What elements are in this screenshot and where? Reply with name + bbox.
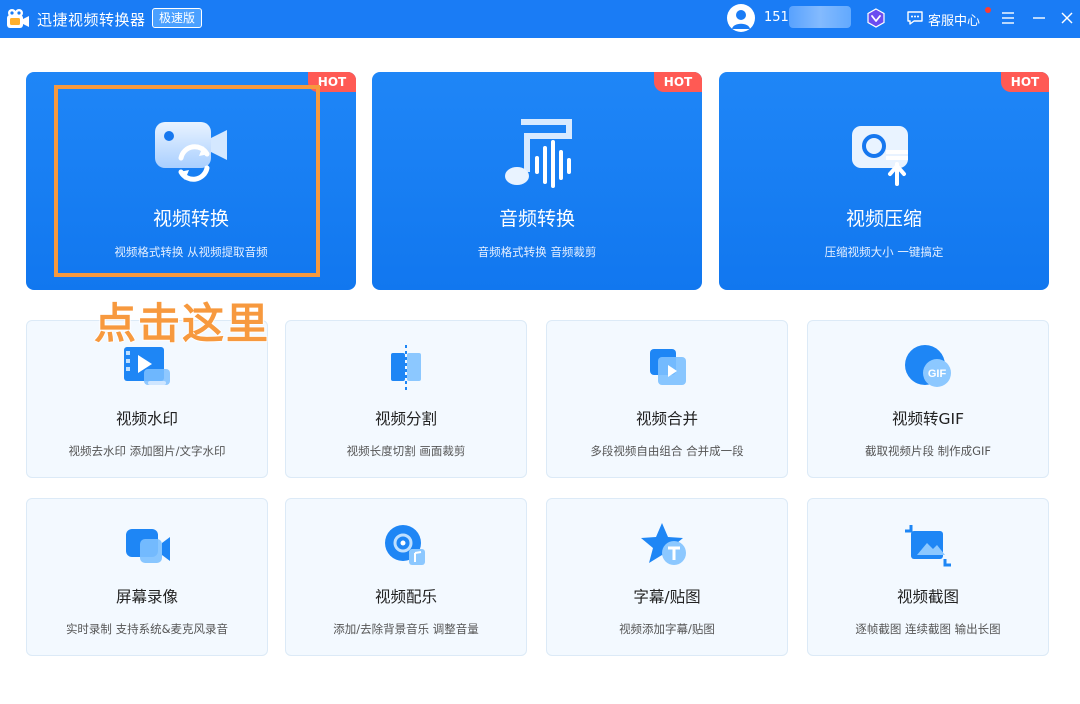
split-icon <box>391 345 421 391</box>
tool-card-gif[interactable]: GIF 视频转GIF 截取视频片段 制作成GIF <box>807 320 1049 478</box>
feature-card-desc: 压缩视频大小 一键搞定 <box>824 245 944 259</box>
tool-card-title: 视频水印 <box>115 410 178 428</box>
subtitle-icon <box>641 523 686 565</box>
edition-badge: 极速版 <box>152 8 203 28</box>
video-compress-icon <box>852 126 908 186</box>
app-logo-icon <box>7 9 29 28</box>
tool-card-title: 视频合并 <box>635 410 698 428</box>
hot-badge: HOT <box>308 72 356 92</box>
vip-diamond-icon[interactable] <box>866 8 886 28</box>
svg-text:GIF: GIF <box>928 368 947 380</box>
feature-card-video-convert[interactable]: HOT 视频转换 视频格式转换 从视频提取音频 <box>26 72 356 290</box>
tool-card-split[interactable]: 视频分割 视频长度切割 画面裁剪 <box>285 320 527 478</box>
feature-card-desc: 音频格式转换 音频裁剪 <box>477 245 597 259</box>
title-bar: 迅捷视频转换器 极速版 151 客服中心 <box>0 0 1080 38</box>
video-convert-icon <box>155 122 227 182</box>
tool-card-music[interactable]: 视频配乐 添加/去除背景音乐 调整音量 <box>285 498 527 656</box>
tool-card-merge[interactable]: 视频合并 多段视频自由组合 合并成一段 <box>546 320 788 478</box>
tool-card-screen-record[interactable]: 屏幕录像 实时录制 支持系统&麦克风录音 <box>26 498 268 656</box>
music-icon <box>385 525 425 565</box>
tool-card-desc: 多段视频自由组合 合并成一段 <box>590 444 744 458</box>
tool-card-desc: 逐帧截图 连续截图 输出长图 <box>855 622 1001 636</box>
close-icon[interactable] <box>1059 10 1075 26</box>
tool-card-title: 视频配乐 <box>374 588 437 606</box>
annotation-callout: 点击这里 <box>93 298 271 349</box>
tool-card-desc: 截取视频片段 制作成GIF <box>864 444 992 458</box>
feature-card-title: 音频转换 <box>498 208 575 230</box>
username-redacted <box>789 6 851 28</box>
screen-record-icon <box>126 529 170 563</box>
tool-card-desc: 视频长度切割 画面裁剪 <box>346 444 466 458</box>
feature-card-title: 视频转换 <box>152 208 229 230</box>
tool-card-title: 视频截图 <box>896 588 959 606</box>
hot-badge: HOT <box>1001 72 1049 92</box>
screenshot-icon <box>905 525 951 567</box>
tool-card-desc: 添加/去除背景音乐 调整音量 <box>333 622 479 636</box>
hot-badge: HOT <box>654 72 702 92</box>
tool-card-title: 屏幕录像 <box>115 588 178 606</box>
feature-card-audio-convert[interactable]: HOT 音频转换 音频格式转换 音频裁剪 <box>372 72 702 290</box>
tool-card-screenshot[interactable]: 视频截图 逐帧截图 连续截图 输出长图 <box>807 498 1049 656</box>
tool-card-title: 视频转GIF <box>892 410 964 428</box>
menu-icon[interactable] <box>1000 10 1016 26</box>
notification-dot <box>985 7 991 13</box>
customer-service-icon[interactable] <box>906 9 924 27</box>
feature-card-title: 视频压缩 <box>845 208 922 230</box>
tool-card-title: 视频分割 <box>374 410 437 428</box>
feature-card-desc: 视频格式转换 从视频提取音频 <box>114 245 268 259</box>
app-title: 迅捷视频转换器 <box>37 11 146 29</box>
tool-card-title: 字幕/贴图 <box>633 588 701 606</box>
tool-card-desc: 实时录制 支持系统&麦克风录音 <box>65 622 229 636</box>
username[interactable]: 151 <box>764 10 789 25</box>
feature-card-video-compress[interactable]: HOT 视频压缩 压缩视频大小 一键搞定 <box>719 72 1049 290</box>
merge-icon <box>650 349 686 385</box>
customer-service-link[interactable]: 客服中心 <box>928 10 980 29</box>
user-avatar[interactable] <box>727 4 755 32</box>
user-icon <box>732 10 750 29</box>
gif-icon: GIF <box>905 345 951 387</box>
tool-card-desc: 视频去水印 添加图片/文字水印 <box>68 444 226 458</box>
app-window: 迅捷视频转换器 极速版 151 客服中心 HOT 视频转换 视频格式转换 从视频… <box>0 0 1080 704</box>
audio-convert-icon <box>505 119 572 188</box>
tool-card-subtitle[interactable]: 字幕/贴图 视频添加字幕/贴图 <box>546 498 788 656</box>
minimize-icon[interactable] <box>1031 10 1047 26</box>
tool-card-desc: 视频添加字幕/贴图 <box>619 622 715 636</box>
